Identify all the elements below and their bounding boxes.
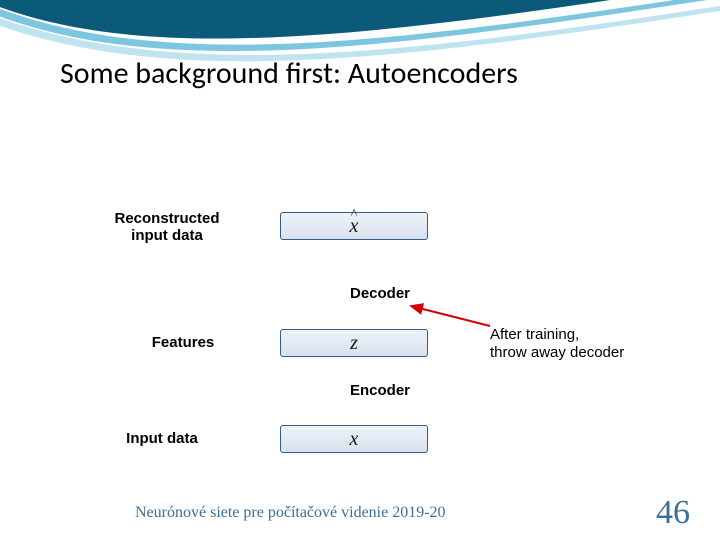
footer-course: Neurónové siete pre počítačové videnie 2… xyxy=(135,504,446,522)
var-xhat: ^ x xyxy=(350,215,359,238)
label-decoder: Decoder xyxy=(350,285,410,302)
var-x: x xyxy=(350,428,359,451)
var-box-z: z xyxy=(280,329,428,357)
var-z: z xyxy=(350,332,358,355)
page-number: 46 xyxy=(656,494,690,532)
var-box-xhat: ^ x xyxy=(280,212,428,240)
var-box-x: x xyxy=(280,425,428,453)
slide-title: Some background first: Autoencoders xyxy=(60,55,518,92)
label-input: Input data xyxy=(112,430,212,447)
label-features: Features xyxy=(133,334,233,351)
label-reconstructed: Reconstructed input data xyxy=(97,210,237,245)
arrow-throw-away xyxy=(405,302,495,332)
note-after-training: After training, throw away decoder xyxy=(490,326,624,362)
label-encoder: Encoder xyxy=(350,382,410,399)
